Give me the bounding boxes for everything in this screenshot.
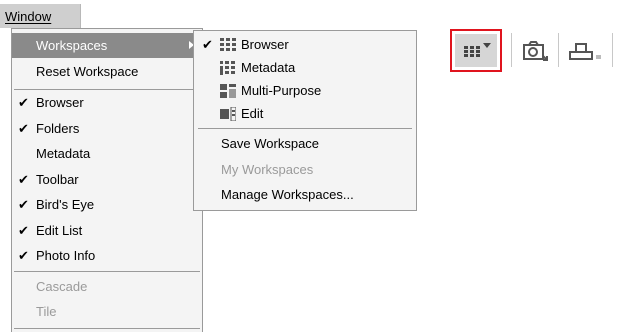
edit-layout-icon bbox=[220, 107, 236, 121]
submenu-item-save-workspace[interactable]: Save Workspace bbox=[194, 132, 416, 155]
submenu-item-browser[interactable]: ✔ Browser bbox=[194, 33, 416, 56]
submenu-item-manage-workspaces[interactable]: Manage Workspaces... bbox=[194, 183, 416, 206]
submenu-item-multi-purpose-label: Multi-Purpose bbox=[241, 83, 322, 98]
submenu-item-edit-label: Edit bbox=[241, 106, 264, 121]
menu-item-toolbar[interactable]: ✔ Toolbar bbox=[12, 167, 202, 192]
submenu-item-multi-purpose[interactable]: Multi-Purpose bbox=[194, 79, 416, 102]
menu-item-browser-label: Browser bbox=[36, 95, 84, 110]
capture-button[interactable] bbox=[518, 29, 554, 71]
multi-purpose-icon bbox=[220, 84, 236, 98]
menu-item-toolbar-label: Toolbar bbox=[36, 172, 79, 187]
menubar-window-label: Window bbox=[5, 8, 52, 24]
menu-item-folders-label: Folders bbox=[36, 121, 80, 136]
menu-item-workspaces[interactable]: Workspaces bbox=[12, 33, 202, 58]
menu-item-photo-info[interactable]: ✔ Photo Info bbox=[12, 243, 202, 268]
check-icon: ✔ bbox=[18, 197, 29, 212]
menu-item-birds-eye[interactable]: ✔ Bird's Eye bbox=[12, 192, 202, 217]
submenu-item-manage-workspaces-label: Manage Workspaces... bbox=[221, 187, 354, 202]
workspace-layout-button[interactable] bbox=[450, 29, 502, 72]
menu-separator bbox=[198, 128, 412, 129]
menu-item-reset-workspace-label: Reset Workspace bbox=[36, 64, 139, 79]
menu-separator bbox=[14, 271, 200, 272]
menu-item-workspaces-label: Workspaces bbox=[36, 38, 108, 53]
check-icon: ✔ bbox=[18, 172, 29, 187]
check-icon: ✔ bbox=[18, 223, 29, 238]
menu-item-edit-list[interactable]: ✔ Edit List bbox=[12, 218, 202, 243]
submenu-item-save-workspace-label: Save Workspace bbox=[221, 136, 320, 151]
stamp-button[interactable] bbox=[564, 29, 604, 71]
stamp-icon bbox=[569, 43, 601, 60]
workspace-grid-icon bbox=[464, 43, 491, 57]
toolbar-divider bbox=[612, 33, 613, 67]
browser-grid-icon bbox=[220, 38, 236, 51]
check-icon: ✔ bbox=[18, 95, 29, 110]
check-icon: ✔ bbox=[18, 248, 29, 263]
menu-item-metadata-label: Metadata bbox=[36, 146, 91, 161]
toolbar-divider bbox=[511, 33, 512, 67]
submenu-item-metadata[interactable]: Metadata bbox=[194, 56, 416, 79]
menu-item-cascade-label: Cascade bbox=[36, 279, 88, 294]
menu-item-browser[interactable]: ✔ Browser bbox=[12, 90, 202, 115]
metadata-icon bbox=[220, 61, 235, 75]
menu-item-metadata[interactable]: Metadata bbox=[12, 141, 202, 166]
workspace-button-face bbox=[455, 34, 497, 67]
toolbar-divider bbox=[558, 33, 559, 67]
menubar-window[interactable]: Window bbox=[0, 4, 81, 28]
submenu-item-my-workspaces-label: My Workspaces bbox=[221, 162, 314, 177]
menu-item-edit-list-label: Edit List bbox=[36, 223, 83, 238]
check-icon: ✔ bbox=[18, 121, 29, 136]
menu-separator bbox=[14, 328, 200, 329]
menu-item-tile-label: Tile bbox=[36, 304, 57, 319]
check-icon: ✔ bbox=[202, 37, 213, 52]
submenu-item-edit[interactable]: Edit bbox=[194, 102, 416, 125]
camera-icon bbox=[523, 41, 548, 61]
workspaces-submenu: ✔ Browser Metadata Multi-Purpose Edit Sa… bbox=[193, 30, 417, 211]
window-menu: Workspaces Reset Workspace ✔ Browser ✔ F… bbox=[11, 28, 203, 332]
menu-item-cascade[interactable]: Cascade bbox=[12, 274, 202, 299]
submenu-item-my-workspaces[interactable]: My Workspaces bbox=[194, 158, 416, 181]
menu-item-photo-info-label: Photo Info bbox=[36, 248, 96, 263]
menu-item-birds-eye-label: Bird's Eye bbox=[36, 197, 95, 212]
submenu-item-browser-label: Browser bbox=[241, 37, 289, 52]
menu-item-tile[interactable]: Tile bbox=[12, 299, 202, 324]
menu-item-folders[interactable]: ✔ Folders bbox=[12, 116, 202, 141]
submenu-item-metadata-label: Metadata bbox=[241, 60, 296, 75]
menu-item-reset-workspace[interactable]: Reset Workspace bbox=[12, 59, 202, 84]
